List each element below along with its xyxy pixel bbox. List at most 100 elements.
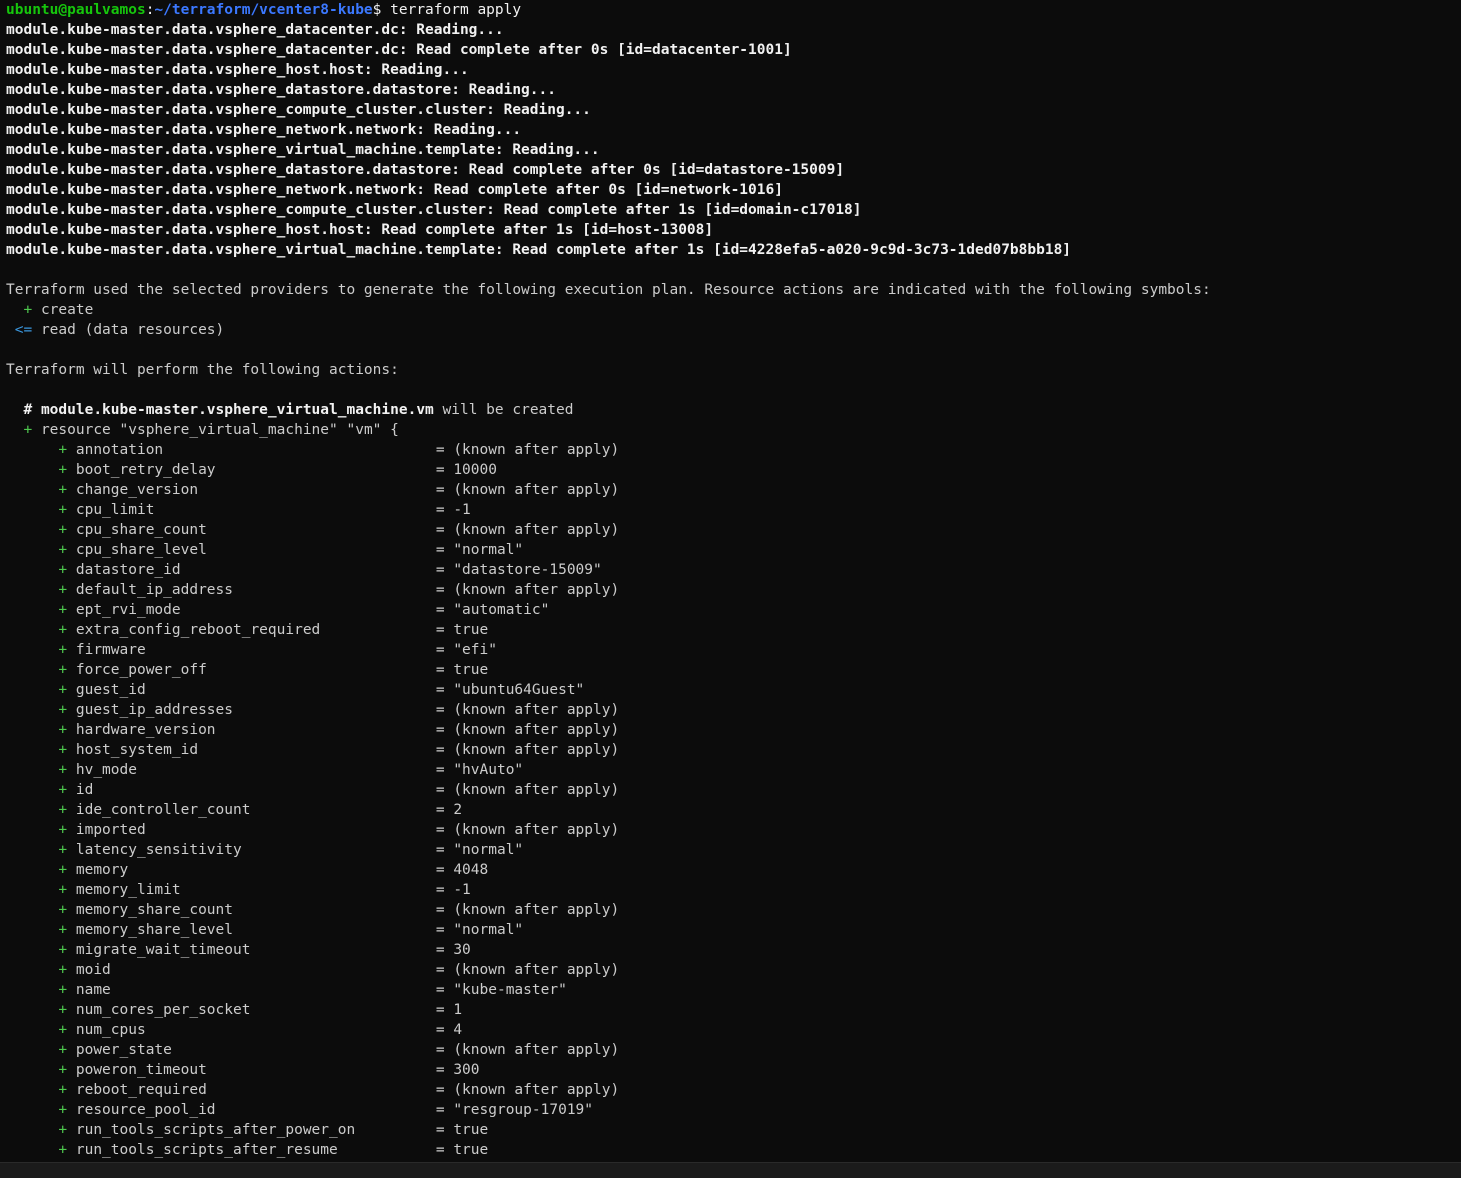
plus-symbol: + [58,862,68,878]
attribute-row: + moid = (known after apply) [58,962,620,978]
attribute-value: true [453,622,489,638]
data-read-line: module.kube-master.data.vsphere_datastor… [6,82,556,98]
resource-comment-line: # module.kube-master.vsphere_virtual_mac… [6,400,1461,420]
attribute-name: default_ip_address [75,582,233,598]
attribute-name: latency_sensitivity [75,842,242,858]
data-read-line: module.kube-master.data.vsphere_host.hos… [6,62,469,78]
attributes-block: + annotation = (known after apply) + boot… [6,440,1461,1160]
terminal-window[interactable]: ubuntu@paulvamos:~/terraform/vcenter8-ku… [0,0,1461,1162]
attribute-value: (known after apply) [453,722,620,738]
plus-symbol: + [58,902,68,918]
attribute-name: migrate_wait_timeout [75,942,251,958]
symbol-create-line: + create [6,300,1461,320]
attribute-row: + poweron_timeout = 300 [58,1062,480,1078]
attribute-name: poweron_timeout [75,1062,207,1078]
attribute-row: + guest_ip_addresses = (known after apply… [58,702,620,718]
attribute-name: annotation [75,442,164,458]
resource-comment-suffix: will be created [442,402,574,418]
attribute-value: 300 [453,1062,480,1078]
attribute-name: power_state [75,1042,172,1058]
attribute-name: reboot_required [75,1082,207,1098]
attribute-value: "efi" [453,642,497,658]
plus-symbol: + [58,842,68,858]
plus-symbol: + [58,1142,68,1158]
attribute-row: + default_ip_address = (known after apply… [58,582,620,598]
resource-declaration-line: + resource "vsphere_virtual_machine" "vm… [6,420,1461,440]
data-read-line: module.kube-master.data.vsphere_network.… [6,122,522,138]
attribute-name: run_tools_scripts_after_resume [75,1142,338,1158]
attribute-value: (known after apply) [453,1082,620,1098]
attribute-row: + memory_share_level = "normal" [58,922,524,938]
attribute-value: -1 [453,882,471,898]
attribute-row: + annotation = (known after apply) [58,442,620,458]
plus-symbol: + [23,422,33,438]
plus-symbol: + [58,922,68,938]
plus-symbol: + [58,562,68,578]
attribute-row: + id = (known after apply) [58,782,620,798]
attribute-row: + num_cores_per_socket = 1 [58,1002,463,1018]
attribute-value: (known after apply) [453,1042,620,1058]
attribute-value: "normal" [453,542,524,558]
attribute-value: 1 [453,1002,463,1018]
attribute-name: firmware [75,642,146,658]
attribute-name: run_tools_scripts_after_power_on [75,1122,356,1138]
attribute-value: (known after apply) [453,482,620,498]
attribute-name: hv_mode [75,762,137,778]
attribute-row: + power_state = (known after apply) [58,1042,620,1058]
attribute-value: (known after apply) [453,902,620,918]
plus-symbol: + [58,682,68,698]
attribute-value: "normal" [453,922,524,938]
plus-symbol: + [58,962,68,978]
attribute-row: + extra_config_reboot_required = true [58,622,489,638]
attribute-value: 4048 [453,862,489,878]
attribute-value: true [453,662,489,678]
attribute-row: + boot_retry_delay = 10000 [58,462,497,478]
attribute-row: + memory = 4048 [58,862,489,878]
attribute-value: (known after apply) [453,782,620,798]
resource-address: module.kube-master.vsphere_virtual_machi… [40,402,434,418]
prompt-user: ubuntu@paulvamos [6,2,146,18]
attribute-value: 2 [453,802,463,818]
data-read-line: module.kube-master.data.vsphere_virtual_… [6,242,1072,258]
data-read-line: module.kube-master.data.vsphere_datacent… [6,22,504,38]
plus-symbol: + [58,482,68,498]
attribute-value: "resgroup-17019" [453,1102,594,1118]
attribute-row: + resource_pool_id = "resgroup-17019" [58,1102,594,1118]
attribute-row: + memory_share_count = (known after apply… [58,902,620,918]
attribute-name: moid [75,962,111,978]
plus-symbol: + [58,602,68,618]
prompt-path: ~/terraform/vcenter8-kube [154,2,373,18]
attribute-name: host_system_id [75,742,199,758]
attribute-name: imported [75,822,146,838]
attribute-row: + force_power_off = true [58,662,489,678]
plan-intro: Terraform used the selected providers to… [6,282,1211,298]
plus-symbol: + [58,802,68,818]
plus-symbol: + [58,522,68,538]
attribute-row: + num_cpus = 4 [58,1022,463,1038]
attribute-row: + cpu_share_level = "normal" [58,542,524,558]
data-read-line: module.kube-master.data.vsphere_datastor… [6,162,845,178]
attribute-name: guest_id [75,682,146,698]
attribute-row: + ide_controller_count = 2 [58,802,463,818]
plus-symbol: + [58,762,68,778]
plus-symbol: + [58,1002,68,1018]
attribute-value: true [453,1122,489,1138]
attribute-row: + hardware_version = (known after apply) [58,722,620,738]
attribute-name: resource_pool_id [75,1102,216,1118]
attribute-name: cpu_limit [75,502,155,518]
attribute-value: 10000 [453,462,497,478]
plus-symbol: + [23,302,33,318]
attribute-value: "ubuntu64Guest" [453,682,585,698]
plus-symbol: + [58,1102,68,1118]
attribute-value: (known after apply) [453,442,620,458]
plus-symbol: + [58,822,68,838]
plus-symbol: + [58,1062,68,1078]
attribute-row: + firmware = "efi" [58,642,497,658]
attribute-value: -1 [453,502,471,518]
attribute-name: memory [75,862,129,878]
read-symbol: <= [14,322,33,338]
attribute-name: num_cores_per_socket [75,1002,251,1018]
attribute-value: "automatic" [453,602,550,618]
data-reads-block: module.kube-master.data.vsphere_datacent… [6,20,1461,260]
